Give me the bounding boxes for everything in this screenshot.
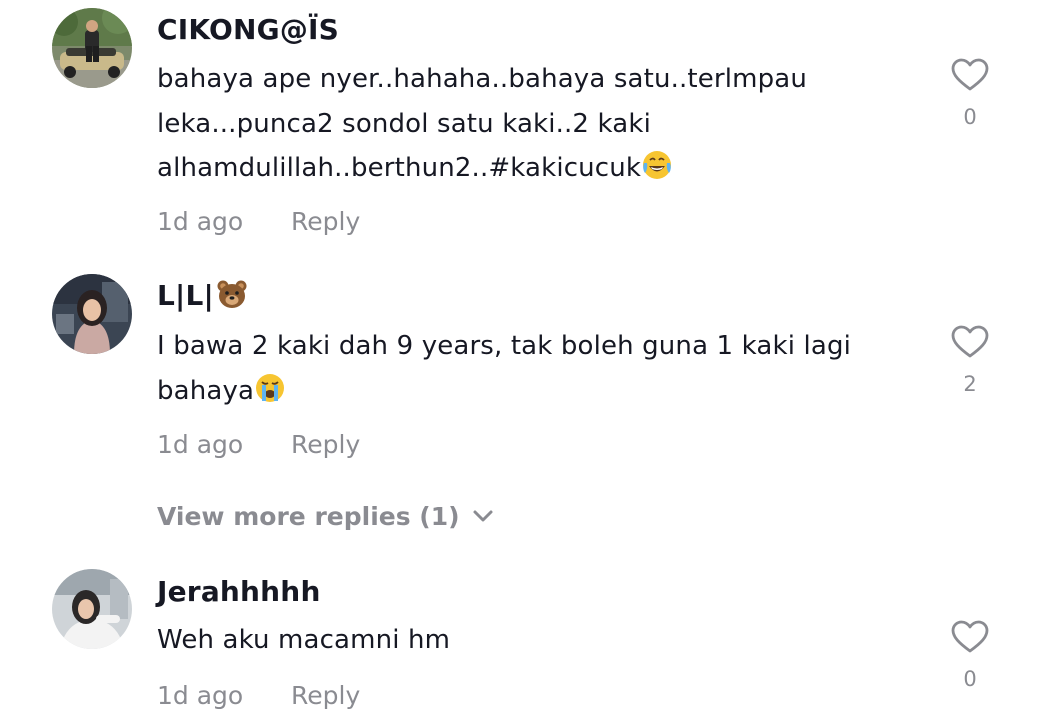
like-control: 0 xyxy=(948,620,992,692)
avatar[interactable] xyxy=(52,274,132,354)
chevron-down-icon xyxy=(473,510,493,522)
comment-meta: 1d ago Reply xyxy=(157,680,360,712)
reply-button[interactable]: Reply xyxy=(291,206,360,238)
heart-icon[interactable] xyxy=(951,325,989,359)
comment-text-content: bahaya ape nyer..hahaha..bahaya satu..te… xyxy=(157,64,807,183)
man-on-car-avatar-icon xyxy=(52,8,132,88)
comment-time: 1d ago xyxy=(157,681,244,710)
bear-face-emoji-icon xyxy=(217,280,247,308)
username-text: L|L| xyxy=(157,279,214,312)
like-count: 0 xyxy=(963,105,977,129)
heart-icon[interactable] xyxy=(951,620,989,654)
comment-text: I bawa 2 kaki dah 9 years, tak boleh gun… xyxy=(157,324,917,413)
view-more-replies-button[interactable]: View more replies (1) xyxy=(157,501,494,533)
comment-time: 1d ago xyxy=(157,207,244,236)
avatar[interactable] xyxy=(52,569,132,649)
comment-meta: 1d ago Reply xyxy=(157,429,360,461)
like-count: 0 xyxy=(963,667,977,691)
like-control: 2 xyxy=(948,325,992,397)
username[interactable]: CIKONG@ÏS xyxy=(157,12,339,48)
comment-time: 1d ago xyxy=(157,430,244,459)
reply-button[interactable]: Reply xyxy=(291,680,360,712)
comment-text: Weh aku macamni hm xyxy=(157,625,451,655)
username[interactable]: L|L| xyxy=(157,278,248,314)
like-count: 2 xyxy=(963,372,977,396)
loudly-crying-face-emoji-icon xyxy=(256,373,285,402)
woman-in-hijab-avatar-icon xyxy=(52,569,132,649)
comment-meta: 1d ago Reply xyxy=(157,206,360,238)
face-with-tears-of-joy-emoji-icon xyxy=(643,151,672,179)
heart-icon[interactable] xyxy=(951,58,989,92)
avatar[interactable] xyxy=(52,8,132,88)
woman-in-hijab-avatar-icon xyxy=(52,274,132,354)
reply-button[interactable]: Reply xyxy=(291,429,360,461)
comment-text: bahaya ape nyer..hahaha..bahaya satu..te… xyxy=(157,57,917,191)
view-more-replies-label: View more replies (1) xyxy=(157,502,460,531)
like-control: 0 xyxy=(948,58,992,130)
username[interactable]: Jerahhhhh xyxy=(157,574,321,610)
